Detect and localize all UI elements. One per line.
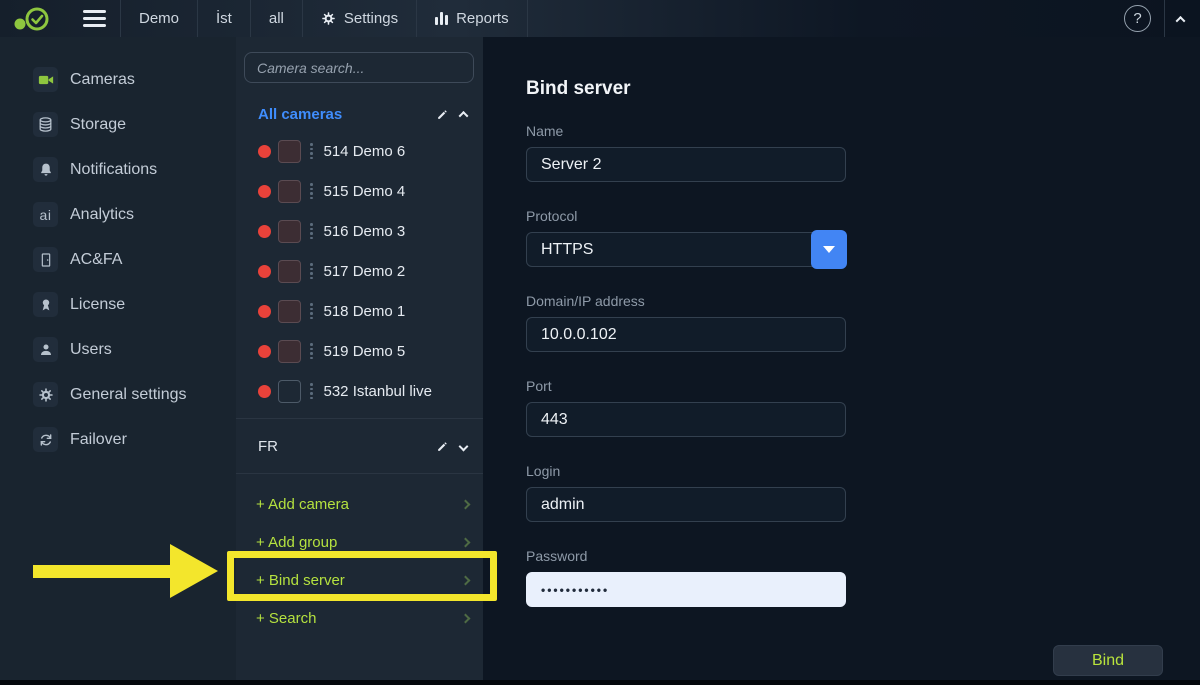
drag-handle-icon[interactable] xyxy=(310,303,313,319)
camera-checkbox[interactable] xyxy=(278,379,301,403)
gear-icon xyxy=(322,12,335,25)
recording-indicator xyxy=(258,224,271,238)
protocol-select[interactable]: HTTPS xyxy=(526,232,846,267)
protocol-dropdown-button[interactable] xyxy=(811,230,847,269)
edit-pencil-icon[interactable] xyxy=(436,106,449,123)
tab-ist[interactable]: İst xyxy=(198,0,250,37)
drag-handle-icon[interactable] xyxy=(310,383,313,399)
tab-all[interactable]: all xyxy=(251,0,302,37)
group-name: FR xyxy=(258,437,278,455)
recording-indicator xyxy=(258,264,271,278)
drag-handle-icon[interactable] xyxy=(310,343,313,359)
tab-settings[interactable]: Settings xyxy=(303,0,416,37)
camera-checkbox[interactable] xyxy=(278,259,301,283)
chevron-up-icon xyxy=(1175,15,1186,26)
chevron-right-icon xyxy=(460,499,471,509)
sidebar-item-failover[interactable]: Failover xyxy=(0,417,236,462)
edit-pencil-icon[interactable] xyxy=(436,438,449,455)
recording-indicator xyxy=(258,144,271,158)
camera-row[interactable]: 516 Demo 3 xyxy=(236,211,483,251)
tab-demo[interactable]: Demo xyxy=(121,0,197,37)
users-icon xyxy=(33,337,58,362)
camera-checkbox[interactable] xyxy=(278,139,301,163)
password-field[interactable] xyxy=(526,572,846,607)
analytics-ai-icon: ai xyxy=(33,202,58,227)
group-name: All cameras xyxy=(258,105,343,123)
bind-server-button[interactable]: + Bind server xyxy=(236,561,483,599)
bind-server-form: Bind server Name Protocol HTTPS Domain/I… xyxy=(483,37,1200,680)
sidebar-item-general-settings[interactable]: General settings xyxy=(0,372,236,417)
app-logo xyxy=(0,0,69,37)
sidebar-item-analytics[interactable]: ai Analytics xyxy=(0,192,236,237)
hamburger-menu-icon[interactable] xyxy=(69,0,120,37)
login-field[interactable] xyxy=(526,487,846,522)
door-icon xyxy=(33,247,58,272)
camera-checkbox[interactable] xyxy=(278,339,301,363)
camera-row[interactable]: 519 Demo 5 xyxy=(236,331,483,371)
page-title: Bind server xyxy=(526,78,631,99)
camera-checkbox[interactable] xyxy=(278,179,301,203)
protocol-label: Protocol xyxy=(526,208,578,224)
camera-icon xyxy=(33,67,58,92)
camera-row[interactable]: 518 Demo 1 xyxy=(236,291,483,331)
camera-checkbox[interactable] xyxy=(278,219,301,243)
bind-submit-button[interactable]: Bind xyxy=(1053,645,1163,676)
add-group-button[interactable]: + Add group xyxy=(236,523,483,561)
bell-icon xyxy=(33,157,58,182)
chevron-up-icon[interactable] xyxy=(458,110,469,121)
sidebar-item-acfa[interactable]: AC&FA xyxy=(0,237,236,282)
domain-label: Domain/IP address xyxy=(526,293,645,309)
camera-row[interactable]: 517 Demo 2 xyxy=(236,251,483,291)
camera-row[interactable]: 532 Istanbul live xyxy=(236,371,483,411)
bottom-strip xyxy=(0,680,1200,685)
sidebar-item-storage[interactable]: Storage xyxy=(0,102,236,147)
camera-panel: All cameras 514 Demo 6 515 Demo 4 xyxy=(236,37,483,680)
camera-group-all-header[interactable]: All cameras xyxy=(236,101,483,127)
port-label: Port xyxy=(526,378,552,394)
chevron-right-icon xyxy=(460,575,471,585)
sidebar-item-notifications[interactable]: Notifications xyxy=(0,147,236,192)
camera-row[interactable]: 514 Demo 6 xyxy=(236,131,483,171)
triangle-down-icon xyxy=(823,246,835,253)
recording-indicator xyxy=(258,184,271,198)
search-action-button[interactable]: + Search xyxy=(236,599,483,637)
recording-indicator xyxy=(258,344,271,358)
sidebar-item-users[interactable]: Users xyxy=(0,327,236,372)
top-bar: Demo İst all Settings Reports ? xyxy=(0,0,1200,37)
collapse-topbar-button[interactable] xyxy=(1165,10,1200,27)
camera-search-input[interactable] xyxy=(244,52,474,83)
domain-field[interactable] xyxy=(526,317,846,352)
gear-icon xyxy=(33,382,58,407)
name-label: Name xyxy=(526,123,564,139)
license-medal-icon xyxy=(33,292,58,317)
name-field[interactable] xyxy=(526,147,846,182)
login-label: Login xyxy=(526,463,561,479)
sidebar-item-cameras[interactable]: Cameras xyxy=(0,57,236,102)
chevron-right-icon xyxy=(460,613,471,623)
drag-handle-icon[interactable] xyxy=(310,263,313,279)
camera-row[interactable]: 515 Demo 4 xyxy=(236,171,483,211)
failover-refresh-icon xyxy=(33,427,58,452)
sidebar-item-license[interactable]: License xyxy=(0,282,236,327)
camera-group-fr-header[interactable]: FR xyxy=(236,418,483,474)
chevron-right-icon xyxy=(460,537,471,547)
drag-handle-icon[interactable] xyxy=(310,183,313,199)
bar-chart-icon xyxy=(435,12,449,25)
recording-indicator xyxy=(258,384,271,398)
drag-handle-icon[interactable] xyxy=(310,143,313,159)
camera-checkbox[interactable] xyxy=(278,299,301,323)
chevron-down-icon[interactable] xyxy=(458,441,469,451)
storage-icon xyxy=(33,112,58,137)
recording-indicator xyxy=(258,304,271,318)
port-field[interactable] xyxy=(526,402,846,437)
logo-icon xyxy=(14,7,49,30)
sidebar: Cameras Storage Notifications ai Analyti… xyxy=(0,37,236,680)
password-label: Password xyxy=(526,548,588,564)
help-button[interactable]: ? xyxy=(1124,5,1151,32)
add-camera-button[interactable]: + Add camera xyxy=(236,485,483,523)
drag-handle-icon[interactable] xyxy=(310,223,313,239)
tab-reports[interactable]: Reports xyxy=(417,0,527,37)
